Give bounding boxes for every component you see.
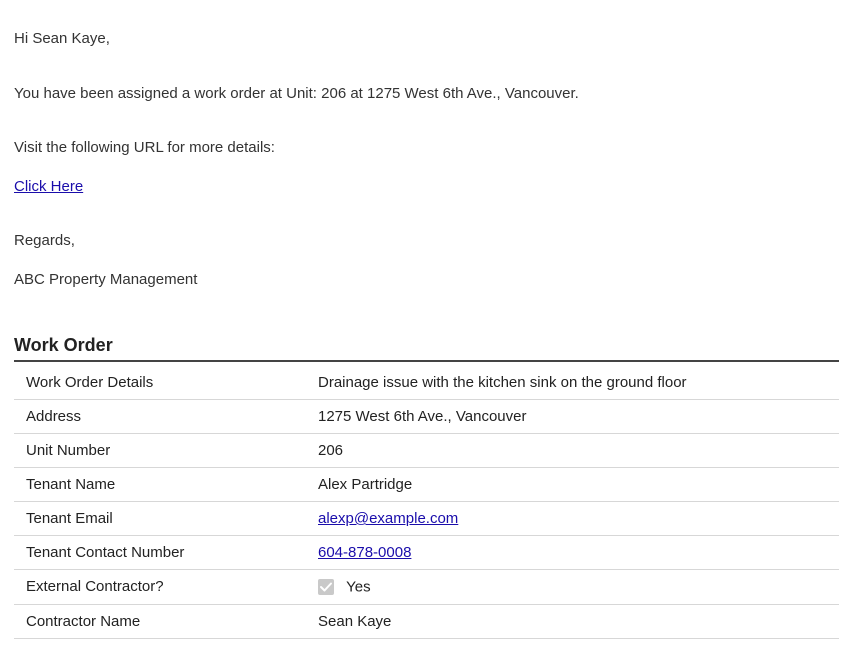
table-row: Address 1275 West 6th Ave., Vancouver	[14, 400, 839, 434]
row-label-details: Work Order Details	[26, 374, 318, 391]
work-order-table: Work Order Details Drainage issue with t…	[14, 366, 839, 639]
table-row: Tenant Contact Number 604-878-0008	[14, 536, 839, 570]
row-label-external: External Contractor?	[26, 578, 318, 595]
click-here-link[interactable]: Click Here	[14, 178, 83, 195]
table-row: Unit Number 206	[14, 434, 839, 468]
row-label-contractor: Contractor Name	[26, 613, 318, 630]
row-value-tenant-name: Alex Partridge	[318, 476, 412, 493]
table-row: Contractor Name Sean Kaye	[14, 605, 839, 639]
row-label-tenant-name: Tenant Name	[26, 476, 318, 493]
row-value-unit: 206	[318, 442, 343, 459]
row-value-address: 1275 West 6th Ave., Vancouver	[318, 408, 526, 425]
row-label-address: Address	[26, 408, 318, 425]
row-value-external: Yes	[346, 579, 370, 596]
tenant-email-link[interactable]: alexp@example.com	[318, 510, 458, 527]
row-value-details: Drainage issue with the kitchen sink on …	[318, 374, 687, 391]
row-label-tenant-email: Tenant Email	[26, 510, 318, 527]
assignment-body: You have been assigned a work order at U…	[14, 83, 839, 106]
table-row: Tenant Email alexp@example.com	[14, 502, 839, 536]
table-row: Tenant Name Alex Partridge	[14, 468, 839, 502]
checkbox-checked-icon	[318, 579, 334, 595]
table-row: External Contractor? Yes	[14, 570, 839, 605]
table-row: Work Order Details Drainage issue with t…	[14, 366, 839, 400]
regards-line: Regards,	[14, 230, 839, 253]
row-value-contractor: Sean Kaye	[318, 613, 391, 630]
tenant-phone-link[interactable]: 604-878-0008	[318, 544, 411, 561]
sender-name: ABC Property Management	[14, 269, 839, 292]
row-label-tenant-contact: Tenant Contact Number	[26, 544, 318, 561]
work-order-heading: Work Order	[14, 335, 839, 362]
visit-prompt: Visit the following URL for more details…	[14, 137, 839, 160]
greeting-line: Hi Sean Kaye,	[14, 28, 839, 51]
row-label-unit: Unit Number	[26, 442, 318, 459]
